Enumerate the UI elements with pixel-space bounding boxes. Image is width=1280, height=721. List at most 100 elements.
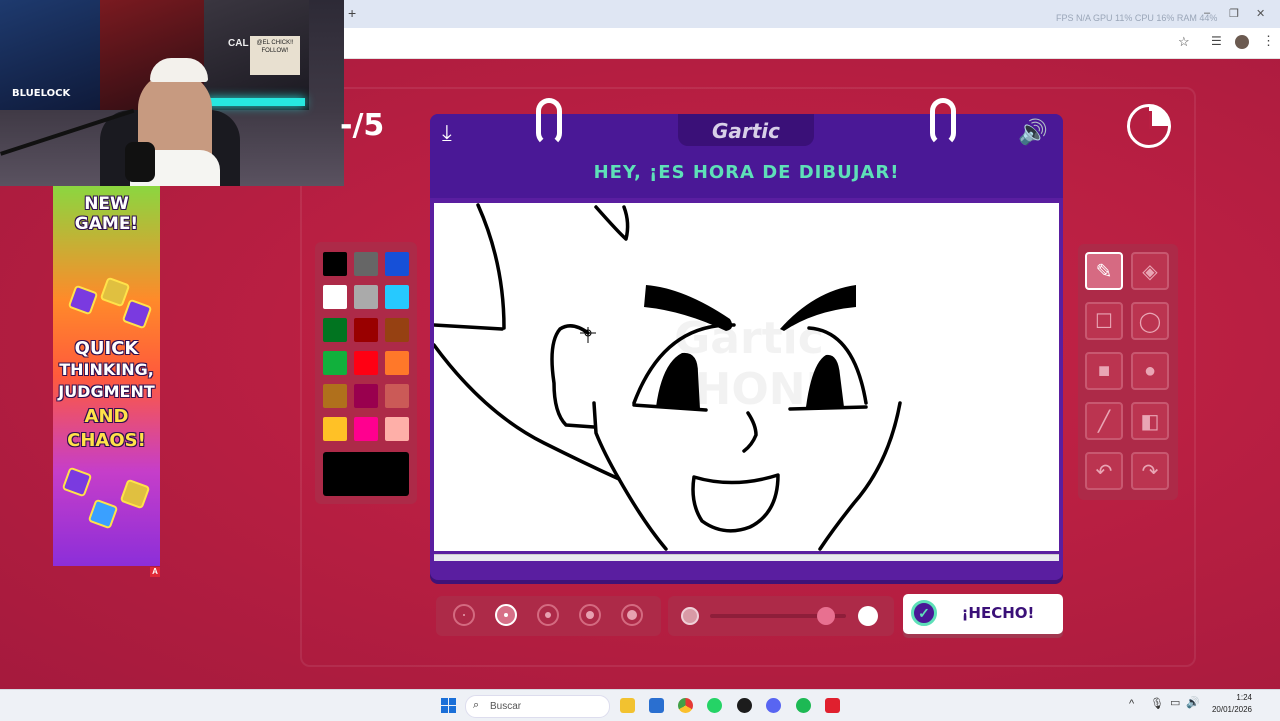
playlist-icon[interactable]: ☰ (1211, 34, 1222, 48)
clock-hand (1149, 111, 1152, 129)
stroke-jaw-left (434, 343, 668, 551)
round-indicator: -/5 (340, 108, 385, 143)
stroke-eye-right-line (788, 405, 868, 411)
color-swatch[interactable] (323, 417, 347, 441)
rect-outline-tool[interactable]: ☐ (1085, 302, 1123, 340)
network-icon[interactable]: ▭ (1170, 696, 1180, 709)
store-icon[interactable] (649, 698, 664, 713)
ad-sticker (121, 298, 153, 330)
eye-left (656, 352, 700, 409)
download-icon[interactable]: ⤓ (442, 120, 452, 146)
spotify-icon[interactable] (796, 698, 811, 713)
color-swatch[interactable] (385, 351, 409, 375)
ad-sticker (67, 284, 99, 316)
color-swatch[interactable] (354, 318, 378, 342)
brush-size-selector (436, 596, 661, 636)
poster-cal: CAL (228, 38, 249, 49)
volume-tray-icon[interactable]: 🔊 (1186, 696, 1200, 709)
ad-line-2: THINKING, (59, 360, 154, 379)
ad-sticker (87, 498, 119, 530)
line-tool[interactable]: ╱ (1085, 402, 1123, 440)
opacity-low-icon (681, 607, 699, 625)
volume-icon[interactable]: 🔊 (1018, 118, 1048, 147)
ad-sticker (99, 276, 131, 308)
tray-chevron-icon[interactable]: ^ (1129, 698, 1134, 710)
brush-size-option[interactable] (621, 604, 643, 626)
microphone-icon[interactable]: 🎙 (1150, 697, 1164, 710)
undo-tool[interactable]: ↶ (1085, 452, 1123, 490)
profile-avatar[interactable] (1235, 35, 1249, 49)
app-icon[interactable] (825, 698, 840, 713)
menu-icon[interactable]: ⋮ (1262, 33, 1275, 49)
ad-choices-badge[interactable]: A (150, 567, 160, 577)
sign-board: @EL CHICK!! FOLLOW! (250, 36, 300, 75)
led-strip (205, 98, 305, 106)
color-swatch[interactable] (354, 417, 378, 441)
color-swatch[interactable] (354, 384, 378, 408)
minimize-button[interactable]: – (1204, 7, 1210, 19)
fill-bucket-tool[interactable]: ◧ (1131, 402, 1169, 440)
stroke-hair-top (594, 205, 630, 241)
star-icon[interactable]: ☆ (1178, 34, 1190, 50)
color-swatch[interactable] (323, 318, 347, 342)
logo-tab: Gartic (678, 114, 814, 146)
color-swatch[interactable] (385, 252, 409, 276)
gartic-logo: Gartic (711, 119, 781, 143)
brush-size-option[interactable] (495, 604, 517, 626)
color-swatch[interactable] (354, 252, 378, 276)
drawing-canvas[interactable]: Gartic PHONE (434, 203, 1059, 551)
color-swatch[interactable] (323, 351, 347, 375)
color-swatch[interactable] (354, 351, 378, 375)
opacity-slider[interactable] (668, 596, 894, 636)
new-tab-button[interactable]: + (348, 5, 356, 21)
color-swatch[interactable] (323, 285, 347, 309)
rect-fill-tool[interactable]: ■ (1085, 352, 1123, 390)
page-edge (434, 554, 1059, 561)
ellipse-outline-tool[interactable]: ◯ (1131, 302, 1169, 340)
anime-poster: BLUELOCK (0, 0, 100, 110)
ad-line-5: CHAOS! (67, 430, 146, 451)
eyebrow-left (644, 285, 733, 331)
brush-size-option[interactable] (579, 604, 601, 626)
timer-clock-icon (1127, 104, 1171, 148)
windows-taskbar: ⌕ Buscar ^ 🎙 ▭ 🔊 1:24 20/01/2026 (0, 689, 1280, 721)
color-palette (315, 242, 417, 504)
binder-ring-right (930, 98, 956, 146)
pencil-tool[interactable]: ✎ (1085, 252, 1123, 290)
redo-tool[interactable]: ↷ (1131, 452, 1169, 490)
clock-time: 1:24 (1236, 693, 1252, 702)
side-advertisement[interactable]: NEW GAME! QUICK THINKING, JUDGMENT AND C… (53, 186, 160, 566)
eye-right (806, 354, 844, 407)
poster-title: BLUELOCK (12, 88, 71, 99)
obs-icon[interactable] (737, 698, 752, 713)
ellipse-fill-tool[interactable]: ● (1131, 352, 1169, 390)
restore-button[interactable]: ❐ (1229, 7, 1239, 20)
whatsapp-icon[interactable] (707, 698, 722, 713)
ad-line-1: QUICK (74, 338, 139, 359)
discord-icon[interactable] (766, 698, 781, 713)
color-swatch[interactable] (385, 318, 409, 342)
color-swatch[interactable] (385, 417, 409, 441)
color-swatch[interactable] (323, 384, 347, 408)
eraser-tool[interactable]: ◈ (1131, 252, 1169, 290)
color-swatch[interactable] (354, 285, 378, 309)
done-button[interactable]: ✓ ¡HECHO! (903, 594, 1063, 634)
slider-thumb[interactable] (816, 607, 835, 625)
stroke-nose (742, 411, 758, 453)
brush-size-option[interactable] (453, 604, 475, 626)
opacity-high-icon (858, 606, 878, 626)
brush-size-option[interactable] (537, 604, 559, 626)
filled-features (644, 285, 856, 409)
brush-size-dot (586, 611, 594, 619)
color-swatch[interactable] (385, 384, 409, 408)
color-swatch[interactable] (385, 285, 409, 309)
color-swatch[interactable] (323, 252, 347, 276)
search-placeholder: Buscar (490, 701, 522, 712)
windows-start-icon[interactable] (441, 698, 456, 713)
stroke-hair-line (434, 323, 504, 331)
close-button[interactable]: ✕ (1256, 7, 1265, 20)
taskbar-search[interactable]: ⌕ Buscar (465, 695, 610, 718)
chrome-icon[interactable] (678, 698, 693, 713)
file-explorer-icon[interactable] (620, 698, 635, 713)
brush-size-dot (463, 614, 465, 616)
